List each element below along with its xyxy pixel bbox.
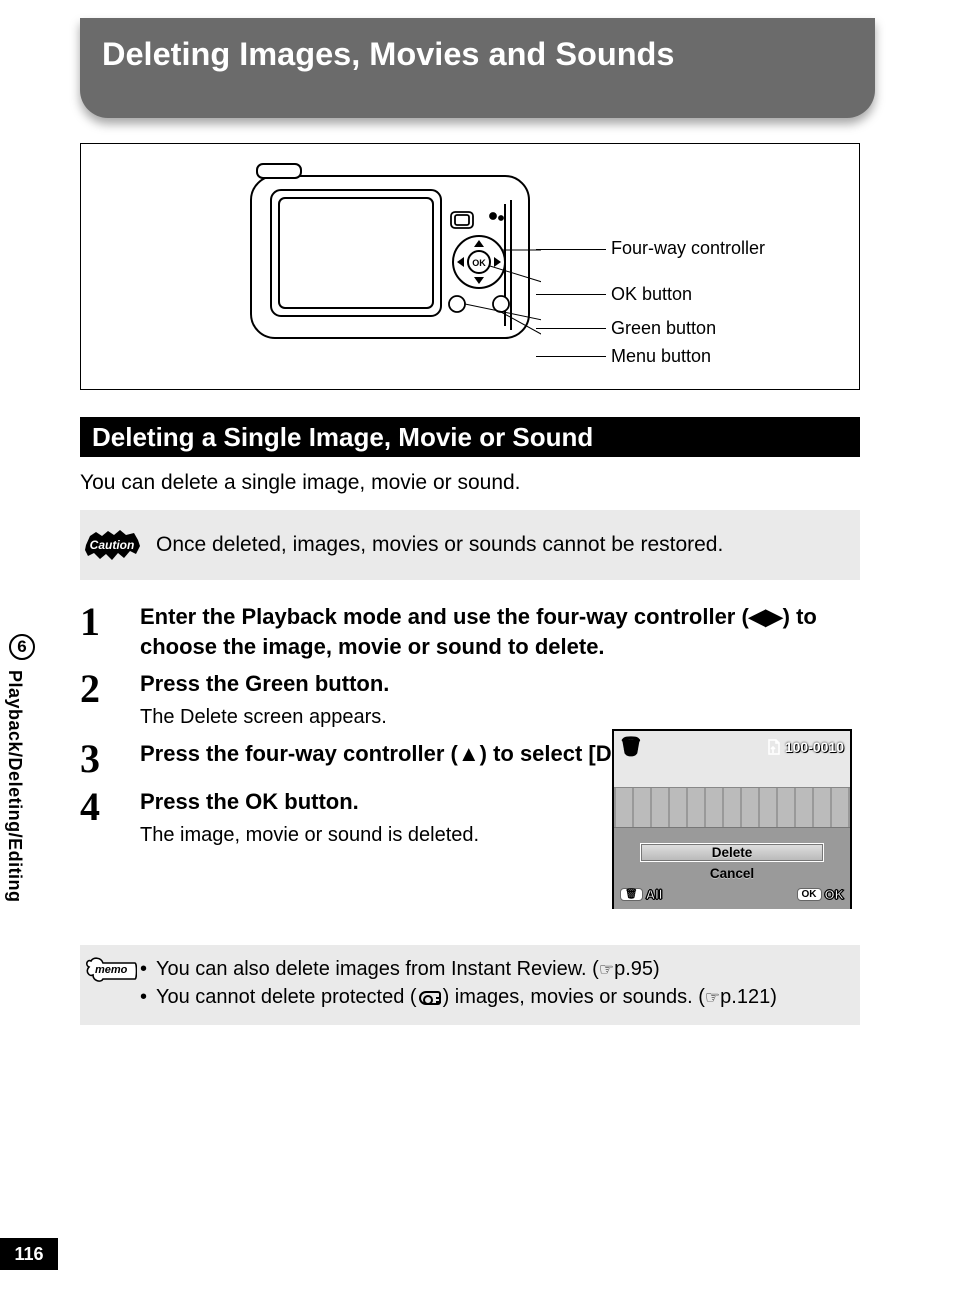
lcd-ok-button: OK OK [797,887,845,902]
callout-menu: Menu button [611,346,711,367]
lcd-screenshot: 🗑︎ 100-0010 Delete Cancel 🗑︎ All OK OK [612,729,852,909]
chapter-header: Deleting Images, Movies and Sounds [80,18,875,118]
trash-icon: 🗑︎ [620,888,643,901]
step-number: 1 [80,600,140,642]
caution-text: Once deleted, images, movies or sounds c… [156,533,723,557]
trash-icon: 🗑︎ [620,737,642,757]
callout-ok: OK button [611,284,692,305]
memo-content: • You can also delete images from Instan… [140,955,777,1011]
step-number: 2 [80,667,140,709]
step-title: Press the Green button. [140,669,860,699]
protect-key-icon [419,991,441,1005]
callout-four-way: Four-way controller [611,238,765,259]
lcd-option-cancel: Cancel [640,864,824,883]
camera-diagram: OK Four-way controller OK button Green b… [80,143,860,390]
intro-text: You can delete a single image, movie or … [80,471,521,495]
callout-green: Green button [611,318,716,339]
caution-box: Caution Once deleted, images, movies or … [80,510,860,580]
memo-icon: memo [82,955,140,1011]
chapter-title: Deleting Images, Movies and Sounds [102,36,853,73]
lcd-all-button: 🗑︎ All [620,887,662,902]
step-2: 2 Press the Green button. The Delete scr… [80,667,860,731]
step-subtext: The Delete screen appears. [140,703,860,731]
memo-box: memo • You can also delete images from I… [80,945,860,1025]
step-number: 4 [80,785,140,827]
page-number: 116 [0,1238,58,1270]
camera-illustration: OK [241,154,541,384]
lcd-file-number: 100-0010 [767,739,844,755]
step-1: 1 Enter the Playback mode and use the fo… [80,600,860,661]
step-number: 3 [80,737,140,779]
caution-icon: Caution [82,526,142,564]
svg-text:OK: OK [472,258,486,268]
step-title: Enter the Playback mode and use the four… [140,602,860,661]
side-chapter-label: Playback/Deleting/Editing [4,670,25,903]
section-heading: Deleting a Single Image, Movie or Sound [80,417,860,457]
lcd-option-delete: Delete [640,843,824,862]
side-chapter-number: 6 [9,634,35,660]
reference-icon: ☞ [705,988,720,1007]
reference-icon: ☞ [599,960,614,979]
